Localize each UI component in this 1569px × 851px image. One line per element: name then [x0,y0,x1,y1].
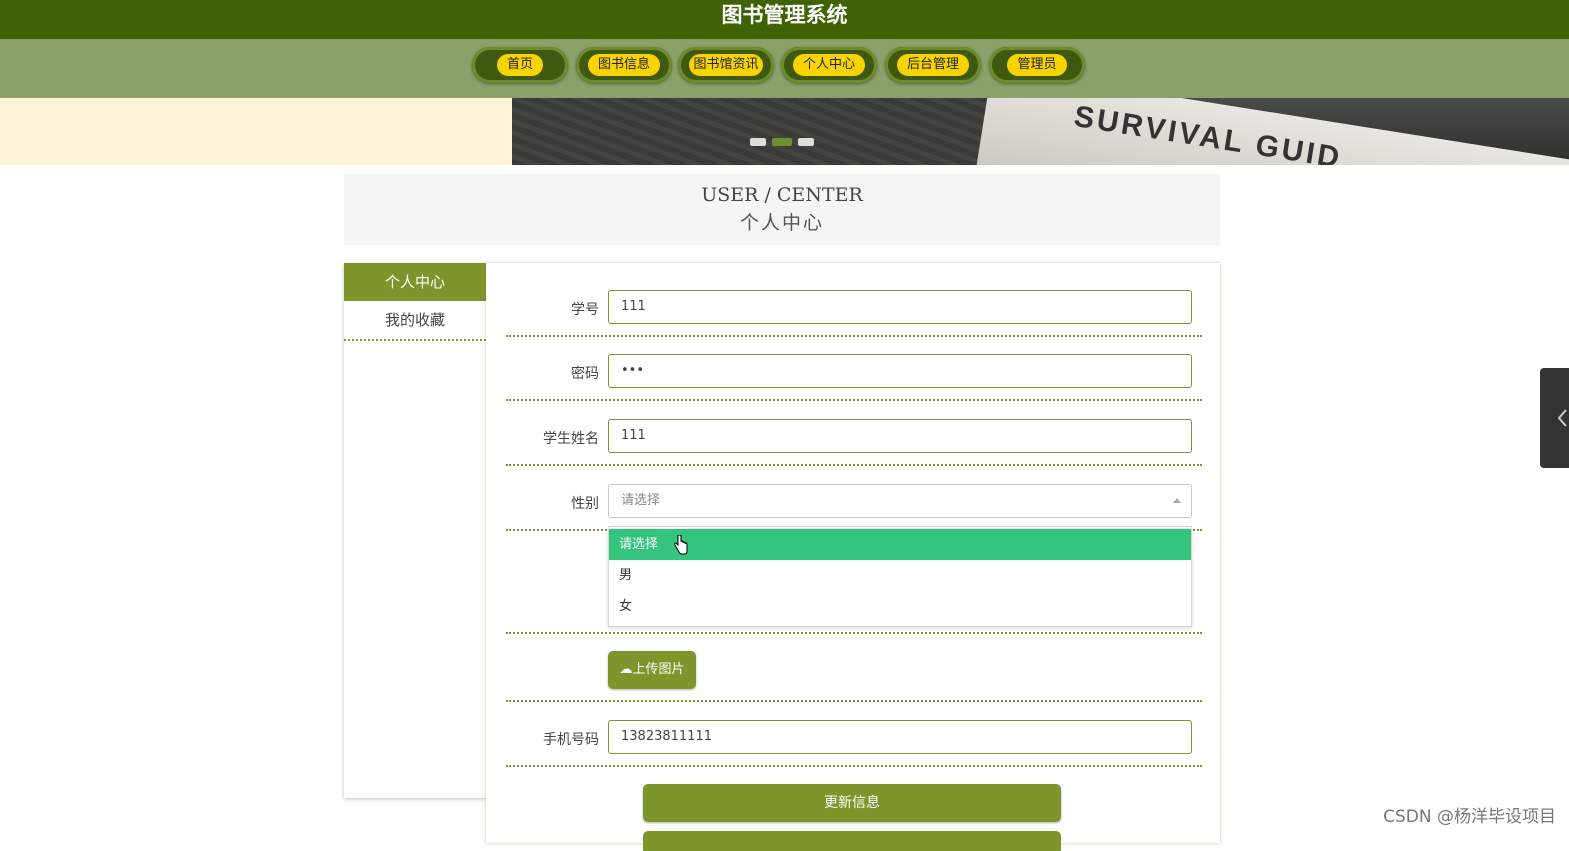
nav-item-label: 图书信息 [587,54,660,76]
upload-button-label: 上传图片 [632,662,685,677]
secondary-button[interactable] [643,831,1061,851]
banner-side-panel [0,98,512,165]
page-title: USER / CENTER 个人中心 [344,174,1220,245]
profile-form: 学号 111 密码 ••• 学生姓名 111 性别 请选择 手机号码 13823… [486,263,1220,851]
hand-cursor-icon [674,535,688,555]
page-title-en: USER / CENTER [701,184,863,206]
nav-item-books[interactable]: 图书信息 [576,47,672,83]
side-panel-toggle[interactable] [1540,368,1569,468]
student-name-label: 学生姓名 [543,431,599,447]
nav-item-label: 个人中心 [792,54,865,76]
nav-item-label: 图书馆资讯 [689,54,763,76]
nav-item-library-news[interactable]: 图书馆资讯 [678,47,774,83]
carousel-dot[interactable] [798,138,814,146]
nav-item-label: 首页 [496,54,543,76]
gender-select[interactable]: 请选择 [608,484,1192,518]
page-title-cn: 个人中心 [739,212,824,234]
nav-item-admin-backend[interactable]: 后台管理 [885,47,981,83]
gender-option[interactable]: 请选择 [609,529,1191,560]
watermark: CSDN @杨洋毕设项目 [1383,807,1556,827]
phone-label: 手机号码 [543,732,599,748]
carousel-dot[interactable] [750,138,766,146]
form-row-student-id: 学号 111 [506,263,1202,337]
gender-option[interactable]: 女 [609,591,1191,622]
upload-image-button[interactable]: ☁上传图片 [608,651,696,689]
chevron-left-icon [1557,409,1567,427]
password-label: 密码 [571,366,599,382]
student-id-label: 学号 [571,302,599,318]
gender-label: 性别 [571,496,599,512]
form-row-student-name: 学生姓名 111 [506,401,1202,466]
carousel-dots [750,138,814,146]
form-row-password: 密码 ••• [506,337,1202,401]
nav-item-home[interactable]: 首页 [472,47,568,83]
sidebar-item-user-center[interactable]: 个人中心 [344,263,486,301]
gender-select-value: 请选择 [621,493,661,508]
student-id-input[interactable]: 111 [608,290,1192,324]
nav-item-label: 管理员 [1007,54,1067,76]
sidebar-item-favorites[interactable]: 我的收藏 [344,301,486,341]
form-row-phone: 手机号码 13823811111 [506,702,1202,767]
nav-item-administrator[interactable]: 管理员 [989,47,1085,83]
carousel-dot-active[interactable] [772,138,792,146]
banner-carousel: SURVIVAL GUID [512,98,1569,165]
nav-item-user-center[interactable]: 个人中心 [781,47,877,83]
app-title: 图书管理系统 [721,3,848,27]
gender-option[interactable]: 男 [609,560,1191,591]
form-row-gender: 性别 请选择 [506,466,1202,531]
main-nav: 首页 图书信息 图书馆资讯 个人中心 后台管理 管理员 [0,39,1569,98]
student-name-input[interactable]: 111 [608,419,1192,453]
chevron-up-icon [1173,498,1181,503]
update-info-button[interactable]: 更新信息 [643,784,1061,822]
gender-dropdown: 请选择 男 女 [608,526,1192,627]
app-header: 图书管理系统 [0,0,1569,39]
cloud-upload-icon: ☁ [619,662,633,677]
password-input[interactable]: ••• [608,354,1192,388]
banner-ground [512,98,1042,165]
phone-input[interactable]: 13823811111 [608,720,1192,754]
user-sidebar: 个人中心 我的收藏 [344,263,486,798]
nav-item-label: 后台管理 [896,54,969,76]
